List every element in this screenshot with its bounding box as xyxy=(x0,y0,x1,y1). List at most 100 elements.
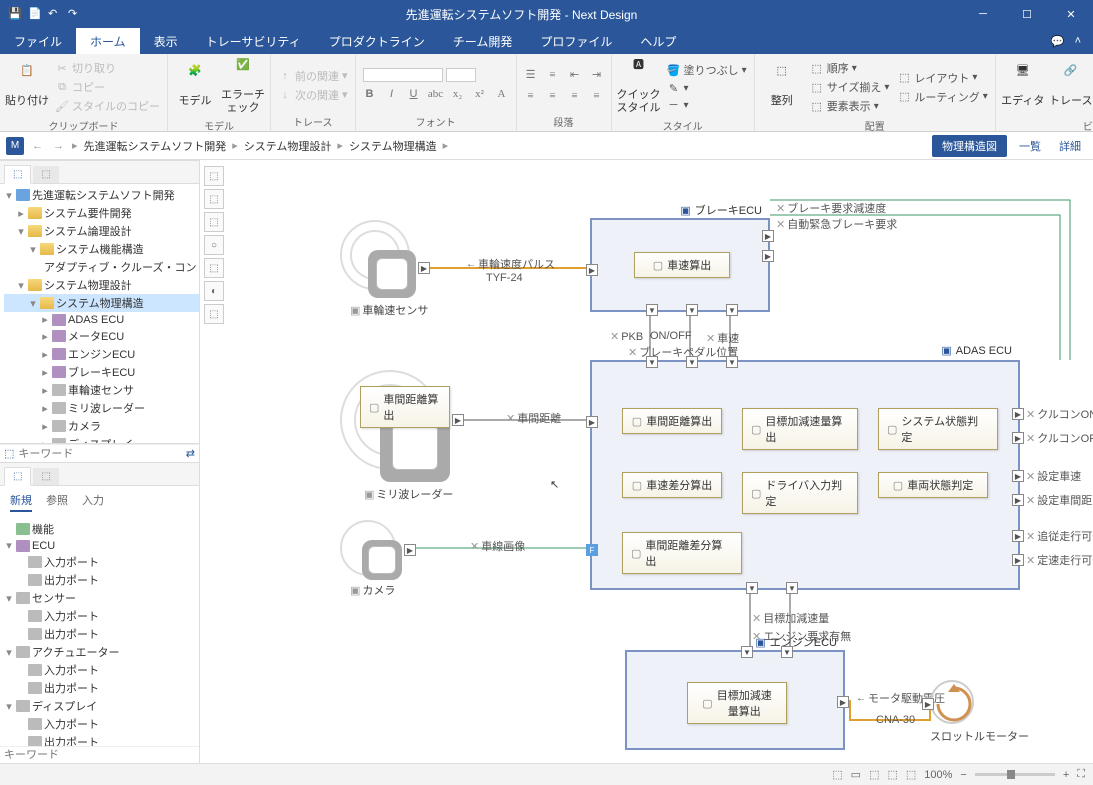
model-button[interactable]: 🧩モデル xyxy=(172,56,218,118)
tree-node[interactable]: ▾システム物理設計 xyxy=(4,276,199,294)
status-btn-5[interactable]: ⬚ xyxy=(906,768,916,781)
port[interactable]: ▼ xyxy=(726,356,738,368)
font-size-combo[interactable] xyxy=(446,68,476,82)
tree-node[interactable]: ▸車輪速センサ xyxy=(4,381,199,399)
port[interactable]: ▶ xyxy=(586,264,598,276)
new-icon[interactable]: 📄 xyxy=(28,7,42,21)
port[interactable]: ▼ xyxy=(646,356,658,368)
m-badge[interactable]: M xyxy=(6,137,24,155)
port[interactable]: ▶ xyxy=(1012,432,1024,444)
tree-node[interactable]: 入力ポート xyxy=(4,661,199,679)
line-style-button[interactable]: ─▾ xyxy=(664,97,750,113)
fill-button[interactable]: 🪣塗りつぶし▾ xyxy=(664,61,750,79)
adas-ecu-box[interactable]: ▣ADAS ECU ▢車間距離算出 ▢目標加減速量算出 ▢システム状態判定 ▢車… xyxy=(590,360,1020,590)
detail-link[interactable]: 詳細 xyxy=(1053,138,1087,154)
tree-node[interactable]: 出力ポート xyxy=(4,679,199,697)
maximize-button[interactable]: ☐ xyxy=(1005,0,1049,28)
nav-fwd-icon[interactable]: → xyxy=(51,140,66,152)
tool-btn-6[interactable]: ◐ xyxy=(204,281,224,301)
port[interactable]: ▶ xyxy=(1012,470,1024,482)
nav-back-icon[interactable]: ← xyxy=(30,140,45,152)
redo-icon[interactable]: ↷ xyxy=(68,7,82,21)
tab-trace[interactable]: トレーサビリティ xyxy=(192,28,315,54)
pane-tab-other[interactable]: ⬚ xyxy=(33,166,58,183)
port[interactable]: ▶ xyxy=(452,414,464,426)
subtab-input[interactable]: 入力 xyxy=(82,492,104,512)
tab-help[interactable]: ヘルプ xyxy=(626,28,690,54)
font-combo[interactable] xyxy=(363,68,443,82)
save-icon[interactable]: 💾 xyxy=(8,7,22,21)
port[interactable]: ▶ xyxy=(404,544,416,556)
fit-icon[interactable]: ⛶ xyxy=(1077,768,1085,781)
outdent-button[interactable]: ⇤ xyxy=(565,65,585,85)
tree-node[interactable]: 出力ポート xyxy=(4,733,199,746)
tool-btn-4[interactable]: ○ xyxy=(204,235,224,255)
zoom-in-icon[interactable]: + xyxy=(1063,769,1069,781)
brake-ecu-box[interactable]: ▣ブレーキECU ▢車速算出 ▶ ▶ ▶ ▼ ▼ ▼ xyxy=(590,218,770,312)
line-color-button[interactable]: ✎▾ xyxy=(664,80,750,96)
port[interactable]: ▼ xyxy=(746,582,758,594)
status-btn-1[interactable]: ⬚ xyxy=(832,768,842,781)
cut-button[interactable]: ✂切り取り xyxy=(52,59,163,77)
tab-team[interactable]: チーム開発 xyxy=(439,28,527,54)
port[interactable]: ▶ xyxy=(418,262,430,274)
tree-node[interactable]: ▸カメラ xyxy=(4,417,199,435)
fn-target-accel[interactable]: ▢目標加減速量算出 xyxy=(742,408,858,450)
fn-sys-state[interactable]: ▢システム状態判定 xyxy=(878,408,998,450)
wheel-sensor[interactable]: ▶ ▣車輪速センサ xyxy=(340,220,430,310)
port[interactable]: F xyxy=(586,544,598,556)
port[interactable]: ▼ xyxy=(686,356,698,368)
fn-gap-diff2[interactable]: ▢車間距離差分算出 xyxy=(622,532,742,574)
italic-button[interactable]: I xyxy=(382,84,402,104)
tool-btn-1[interactable]: ⬚ xyxy=(204,166,224,186)
tree-node[interactable]: 出力ポート xyxy=(4,571,199,589)
minimize-button[interactable]: ─ xyxy=(961,0,1005,28)
tab-product[interactable]: プロダクトライン xyxy=(315,28,439,54)
indent-button[interactable]: ⇥ xyxy=(587,65,607,85)
order-button[interactable]: ⬚順序▾ xyxy=(807,59,893,77)
tree-node[interactable]: ▾アクチュエーター xyxy=(4,643,199,661)
close-button[interactable]: ✕ xyxy=(1049,0,1093,28)
port[interactable]: ▶ xyxy=(1012,494,1024,506)
port[interactable]: ▼ xyxy=(786,582,798,594)
palette-tree[interactable]: 機能▾ECU入力ポート出力ポート▾センサー入力ポート出力ポート▾アクチュエーター… xyxy=(0,518,199,746)
view-badge[interactable]: 物理構造図 xyxy=(932,135,1007,157)
port[interactable]: ▶ xyxy=(762,250,774,262)
status-btn-2[interactable]: ▭ xyxy=(851,768,861,781)
align-left-button[interactable]: ≡ xyxy=(521,86,541,106)
tree-node[interactable]: ▸ミリ波レーダー xyxy=(4,399,199,417)
font-color-button[interactable]: A xyxy=(492,84,512,104)
crumb-1[interactable]: システム物理設計 xyxy=(244,138,332,154)
tree-node[interactable]: ▸システム要件開発 xyxy=(4,204,199,222)
tree-node[interactable]: ▸エンジンECU xyxy=(4,345,199,363)
fn-gap-radar[interactable]: ▢車間距離算出 xyxy=(360,386,450,428)
trace-view-button[interactable]: 🔗トレース xyxy=(1048,56,1093,118)
tool-btn-5[interactable]: ⬚ xyxy=(204,258,224,278)
crumb-2[interactable]: システム物理構造 xyxy=(349,138,437,154)
collapse-ribbon-icon[interactable]: ˄ xyxy=(1075,35,1081,47)
tree-node[interactable]: ▾先進運転システムソフト開発 xyxy=(4,186,199,204)
subtab-new[interactable]: 新規 xyxy=(10,492,32,512)
port[interactable]: ▼ xyxy=(686,304,698,316)
editor-button[interactable]: 🖥エディタ xyxy=(1000,56,1046,118)
tree-node[interactable]: ▾センサー xyxy=(4,589,199,607)
subtab-ref[interactable]: 参照 xyxy=(46,492,68,512)
tab-display[interactable]: 表示 xyxy=(140,28,192,54)
tree-node[interactable]: 入力ポート xyxy=(4,607,199,625)
tree-node[interactable]: 機能 xyxy=(4,520,199,538)
zoom-slider[interactable] xyxy=(975,773,1055,776)
keyword-input-2[interactable] xyxy=(4,749,195,761)
port[interactable]: ▶ xyxy=(1012,530,1024,542)
bold-button[interactable]: B xyxy=(360,84,380,104)
strike-button[interactable]: abc xyxy=(426,84,446,104)
sup-button[interactable]: x² xyxy=(470,84,490,104)
tree-node[interactable]: ▸ディスプレイ xyxy=(4,435,199,444)
port[interactable]: ▶ xyxy=(837,696,849,708)
model-tree[interactable]: ▾先進運転システムソフト開発▸システム要件開発▾システム論理設計▾システム機能構… xyxy=(0,184,199,444)
next-trace-button[interactable]: ↓次の関連▾ xyxy=(275,86,351,104)
engine-ecu-box[interactable]: ▣エンジンECU ▢目標加減速 量算出 ▼ ▼ ▶ xyxy=(625,650,845,750)
align-justify-button[interactable]: ≡ xyxy=(587,86,607,106)
camera-sensor[interactable]: ▶ ▣カメラ xyxy=(340,520,420,590)
sub-button[interactable]: x₂ xyxy=(448,84,468,104)
list-link[interactable]: 一覧 xyxy=(1013,138,1047,154)
